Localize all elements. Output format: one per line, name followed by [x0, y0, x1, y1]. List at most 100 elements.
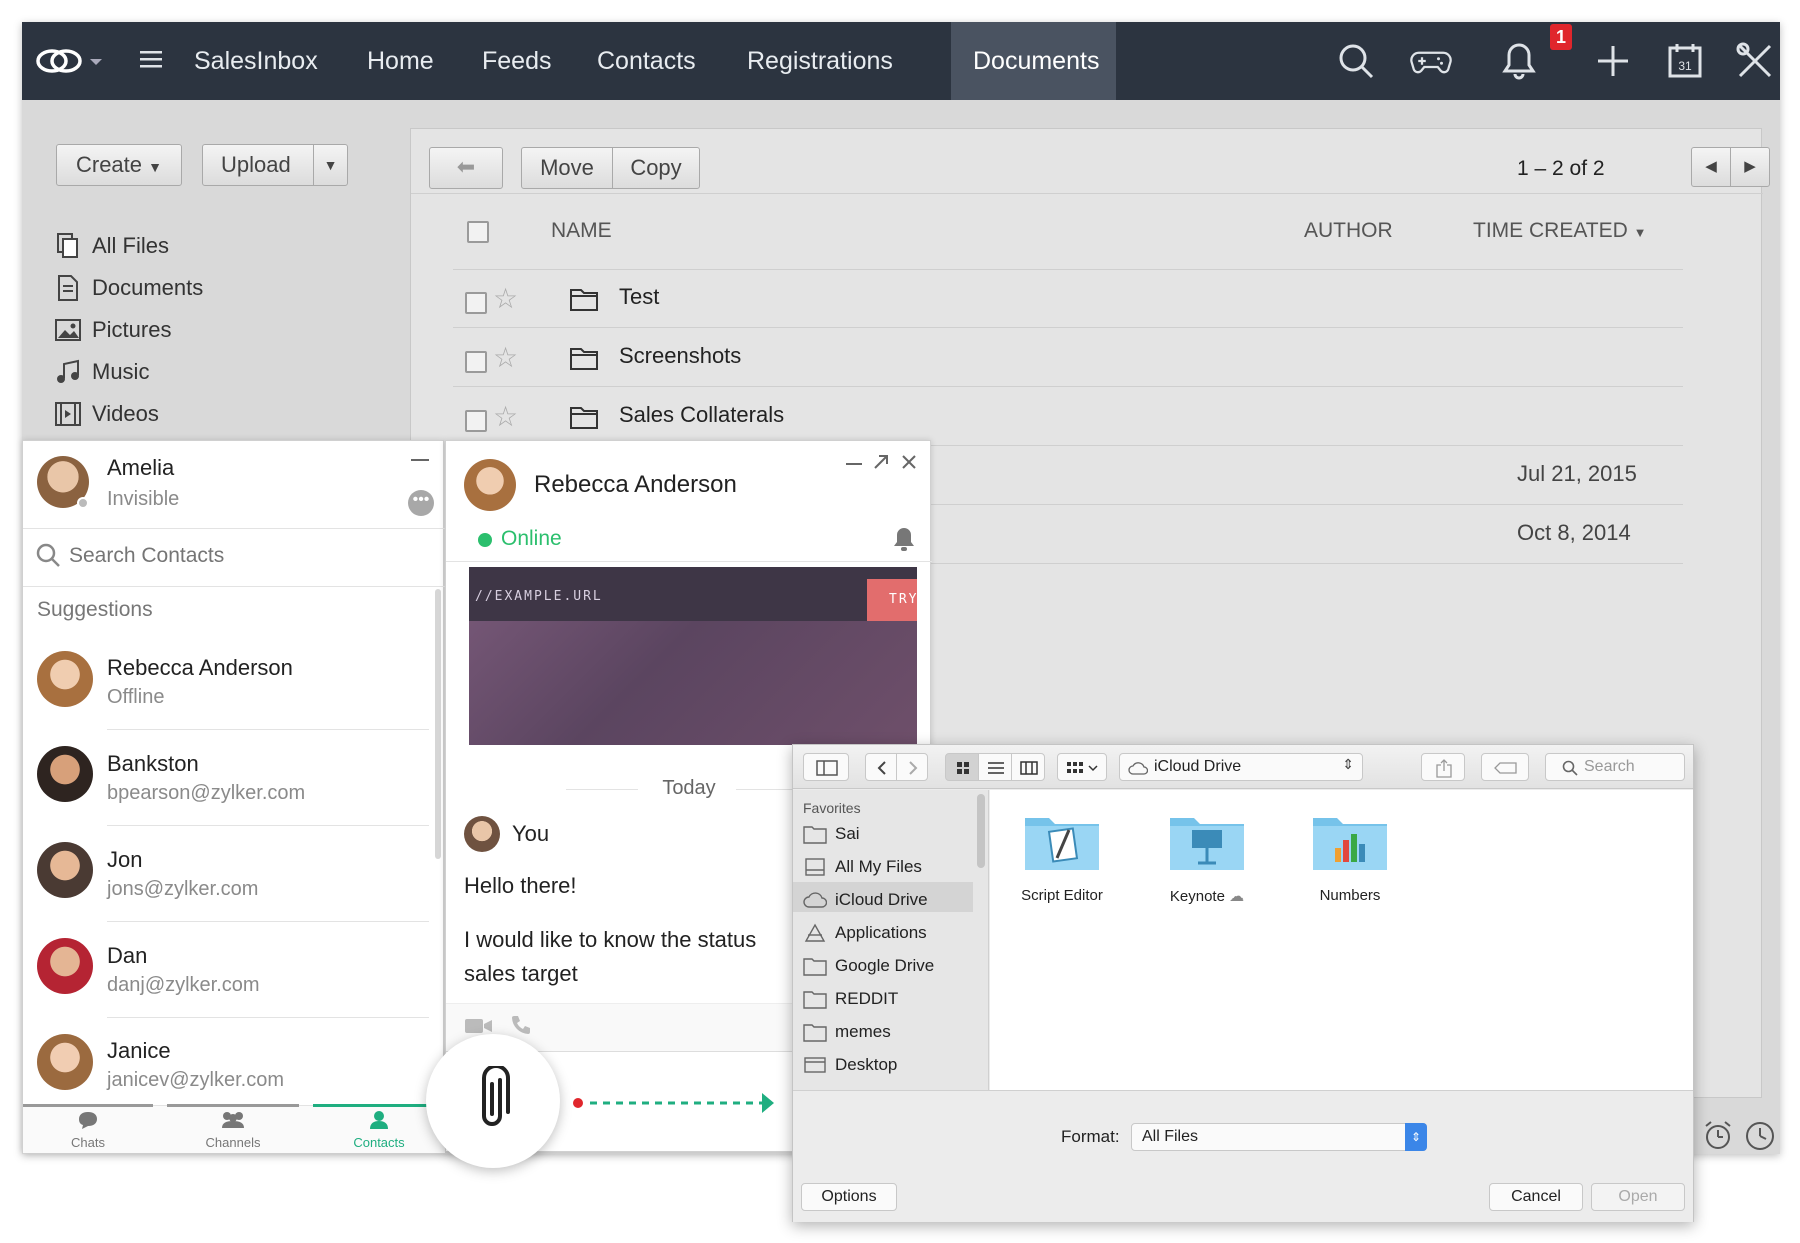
my-status[interactable]: Invisible	[107, 488, 179, 511]
sidebar-item-applications[interactable]: Applications	[803, 919, 927, 947]
contact-name[interactable]: Rebecca Anderson	[107, 655, 293, 681]
file-item-keynote[interactable]: Keynote ☁	[1162, 808, 1252, 918]
table-row[interactable]: ☆ Screenshots	[453, 329, 1683, 387]
more-options-icon[interactable]: •••	[408, 490, 434, 516]
star-icon[interactable]: ☆	[493, 282, 518, 315]
alarm-icon[interactable]	[1702, 1120, 1734, 1152]
row-checkbox[interactable]	[465, 410, 487, 432]
open-button[interactable]: Open	[1591, 1183, 1685, 1211]
arrange-button[interactable]	[1057, 753, 1107, 781]
nav-registrations[interactable]: Registrations	[747, 22, 893, 100]
star-icon[interactable]: ☆	[493, 400, 518, 433]
tag-button[interactable]	[1481, 753, 1529, 781]
finder-search-field[interactable]: Search	[1545, 753, 1685, 781]
nav-contacts[interactable]: Contacts	[597, 22, 696, 100]
phone-call-icon[interactable]	[510, 1014, 532, 1036]
sidebar-item-desktop[interactable]: Desktop	[803, 1051, 897, 1079]
scrollbar[interactable]	[435, 589, 441, 859]
sidebar-item-reddit[interactable]: REDDIT	[803, 985, 898, 1013]
sidebar-item-pictures[interactable]: Pictures	[54, 312, 171, 348]
column-header-time-created[interactable]: TIME CREATED ▼	[1473, 219, 1647, 243]
back-button[interactable]: ⬅	[429, 147, 503, 189]
avatar[interactable]	[37, 651, 93, 707]
nav-salesinbox[interactable]: SalesInbox	[194, 22, 318, 100]
cancel-button[interactable]: Cancel	[1489, 1183, 1583, 1211]
avatar[interactable]	[37, 746, 93, 802]
contact-name[interactable]: Bankston	[107, 751, 199, 777]
row-checkbox[interactable]	[465, 292, 487, 314]
options-button[interactable]: Options	[801, 1183, 897, 1211]
sidebar-item-icloud-drive[interactable]: iCloud Drive	[803, 886, 928, 914]
nav-documents[interactable]: Documents	[951, 22, 1116, 100]
upload-button[interactable]: Upload ▼	[202, 144, 348, 186]
sidebar-item-all-files[interactable]: All Files	[54, 228, 169, 264]
app-logo-icon[interactable]	[34, 40, 102, 82]
copy-button[interactable]: Copy	[612, 147, 700, 189]
column-header-author[interactable]: AUTHOR	[1304, 219, 1393, 243]
sidebar-item-music[interactable]: Music	[54, 354, 149, 390]
clock-icon[interactable]	[1744, 1120, 1776, 1152]
star-icon[interactable]: ☆	[493, 341, 518, 374]
sidebar-item-videos[interactable]: Videos	[54, 396, 159, 432]
avatar[interactable]	[37, 842, 93, 898]
minimize-icon[interactable]	[846, 463, 862, 465]
sidebar-toggle-button[interactable]	[803, 753, 849, 781]
row-checkbox[interactable]	[465, 351, 487, 373]
share-button[interactable]	[1421, 753, 1465, 781]
attach-file-button[interactable]	[426, 1034, 560, 1168]
sidebar-item-memes[interactable]: memes	[803, 1018, 891, 1046]
create-button[interactable]: Create ▼	[56, 144, 182, 186]
avatar[interactable]	[464, 459, 516, 511]
contact-name[interactable]: Jon	[107, 847, 142, 873]
avatar[interactable]	[37, 1034, 93, 1090]
file-name[interactable]: Screenshots	[619, 343, 741, 369]
add-icon[interactable]	[1592, 40, 1634, 82]
hamburger-menu-icon[interactable]	[140, 48, 164, 72]
minimize-icon[interactable]	[411, 459, 429, 461]
format-select[interactable]: All Files ⇕	[1131, 1123, 1427, 1151]
expand-icon[interactable]	[872, 453, 890, 471]
contact-name[interactable]: Janice	[107, 1038, 171, 1064]
tab-chats[interactable]: Chats	[53, 1110, 123, 1150]
scrollbar[interactable]	[977, 794, 985, 868]
contact-name[interactable]: Dan	[107, 943, 147, 969]
prev-page-button[interactable]: ◀	[1691, 147, 1731, 187]
table-row[interactable]: ☆ Sales Collaterals	[453, 388, 1683, 446]
tab-contacts[interactable]: Contacts	[339, 1110, 419, 1150]
avatar[interactable]	[37, 938, 93, 994]
search-contacts-input[interactable]	[69, 539, 429, 573]
file-item-script-editor[interactable]: Script Editor	[1020, 808, 1104, 918]
upload-dropdown-icon[interactable]: ▼	[313, 145, 347, 185]
location-dropdown[interactable]: iCloud Drive ⇕	[1119, 753, 1363, 781]
cloud-download-icon[interactable]: ☁	[1229, 888, 1244, 905]
finder-forward-button[interactable]	[896, 753, 928, 781]
sidebar-item-all-my-files[interactable]: All My Files	[803, 853, 922, 881]
finder-back-button[interactable]	[865, 753, 897, 781]
move-button[interactable]: Move	[521, 147, 613, 189]
gamepad-icon[interactable]	[1410, 40, 1466, 82]
sidebar-item-documents[interactable]: Documents	[54, 270, 203, 306]
preview-try-button[interactable]: TRY	[867, 579, 917, 621]
link-preview-image[interactable]: //EXAMPLE.URL TRY	[469, 567, 917, 745]
close-icon[interactable]	[900, 453, 918, 471]
file-item-numbers[interactable]: Numbers	[1308, 808, 1392, 918]
nav-feeds[interactable]: Feeds	[482, 22, 551, 100]
sidebar-item-google-drive[interactable]: Google Drive	[803, 952, 934, 980]
list-view-button[interactable]	[978, 753, 1012, 781]
notification-bell-icon[interactable]	[1498, 40, 1540, 82]
next-page-button[interactable]: ▶	[1730, 147, 1770, 187]
file-name[interactable]: Sales Collaterals	[619, 402, 784, 428]
tab-channels[interactable]: Channels	[193, 1110, 273, 1150]
settings-tools-icon[interactable]	[1734, 40, 1776, 82]
nav-home[interactable]: Home	[367, 22, 434, 100]
select-all-checkbox[interactable]	[467, 221, 489, 243]
calendar-icon[interactable]: 31	[1664, 40, 1706, 82]
video-call-icon[interactable]	[464, 1016, 494, 1036]
search-icon[interactable]	[1335, 40, 1377, 82]
table-row[interactable]: ☆ Test	[453, 270, 1683, 328]
column-view-button[interactable]	[1011, 753, 1045, 781]
file-name[interactable]: Test	[619, 284, 659, 310]
column-header-name[interactable]: NAME	[551, 219, 612, 243]
sidebar-item-sai[interactable]: Sai	[803, 820, 860, 848]
icon-view-button[interactable]	[945, 753, 979, 781]
